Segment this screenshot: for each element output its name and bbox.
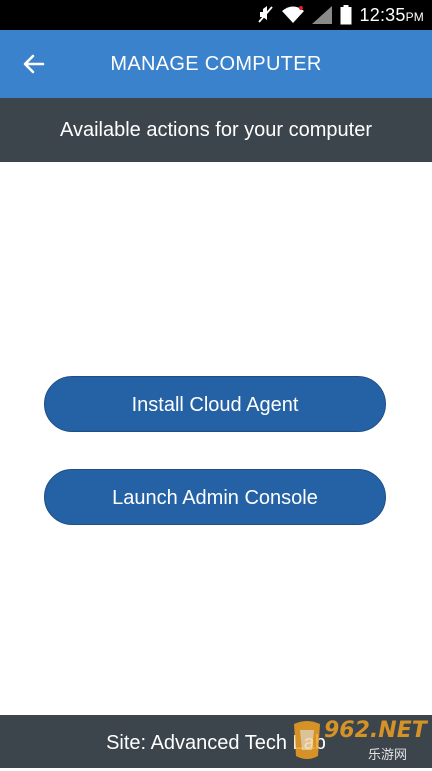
- status-ampm: PM: [405, 9, 424, 24]
- status-icons: 12:35PM: [257, 0, 424, 30]
- launch-admin-console-button[interactable]: Launch Admin Console: [44, 469, 386, 525]
- arrow-left-icon: [23, 54, 45, 74]
- signal-icon: [311, 6, 332, 24]
- page-title: MANAGE COMPUTER: [110, 53, 322, 75]
- mute-icon: [257, 6, 273, 23]
- status-time: 12:35PM: [360, 5, 424, 26]
- subheader: Available actions for your computer: [0, 98, 432, 162]
- app-bar: MANAGE COMPUTER: [0, 30, 432, 98]
- wifi-icon: [281, 6, 304, 23]
- battery-icon: [340, 5, 352, 25]
- back-button[interactable]: [14, 46, 54, 82]
- status-clock: 12:35: [359, 4, 406, 25]
- install-cloud-agent-button[interactable]: Install Cloud Agent: [44, 376, 386, 432]
- site-footer: Site: Advanced Tech Lab: [0, 715, 432, 768]
- status-bar: 12:35PM: [0, 0, 432, 30]
